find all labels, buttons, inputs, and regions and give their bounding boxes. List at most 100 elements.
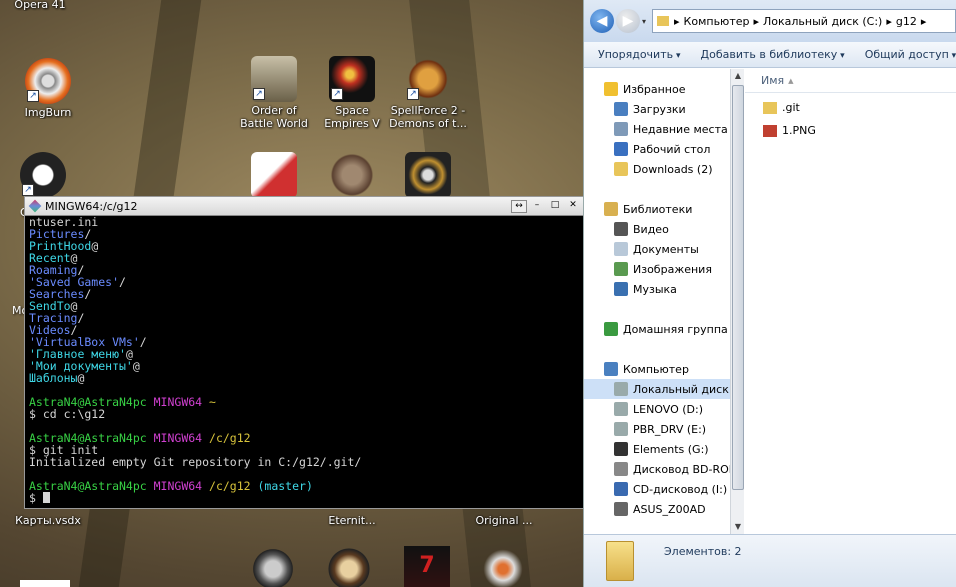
breadcrumb-item[interactable]: Локальный диск (C:) [763, 15, 882, 28]
file-icon[interactable] [20, 580, 70, 587]
breadcrumb-item[interactable]: Компьютер [684, 15, 750, 28]
nav-item[interactable]: CD-дисковод (I:) A [584, 479, 730, 499]
nav-item-label: Недавние места [633, 122, 728, 136]
eternity-shortcut[interactable]: Eternit... [312, 512, 392, 527]
terminal-text: / [119, 275, 126, 289]
shortcut-label: SpellForce 2 - Demons of t... [389, 104, 467, 130]
terminal-line: AstraN4@AstraN4pc MINGW64 /c/g12 [29, 432, 579, 444]
imgburn-icon: ↗ [25, 58, 71, 104]
minimize-button[interactable]: – [529, 200, 545, 213]
music-icon [614, 282, 628, 296]
back-button[interactable]: ◀ [590, 9, 614, 33]
scroll-up-icon[interactable]: ▲ [731, 69, 745, 83]
nav-item[interactable]: Домашняя группа [584, 319, 730, 339]
folder-icon [614, 162, 628, 176]
scroll-thumb[interactable] [732, 85, 744, 490]
origin-shortcut[interactable]: Original ... [464, 512, 544, 527]
spellforce-shortcut[interactable]: ↗ SpellForce 2 - Demons of t... [388, 56, 468, 130]
nav-scrollbar[interactable]: ▲ ▼ [730, 69, 744, 534]
terminal-line: Tracing/ [29, 312, 579, 324]
terminal-title: MINGW64:/c/g12 [45, 199, 138, 213]
explorer-window[interactable]: ◀ ▶ ▾ ▸ Компьютер ▸ Локальный диск (C:) … [583, 0, 956, 587]
breadcrumb-sep: ▸ [753, 14, 760, 28]
breadcrumb-sep: ▸ [920, 14, 927, 28]
space-empires-shortcut[interactable]: ↗ Space Empires V [312, 56, 392, 130]
terminal-line: $ [29, 492, 579, 504]
nav-item-label: CD-дисковод (I:) A [633, 482, 730, 496]
opera-shortcut[interactable]: Opera 41 [0, 0, 80, 11]
nav-item[interactable]: Рабочий стол [584, 139, 730, 159]
forward-button[interactable]: ▶ [616, 9, 640, 33]
computer-icon [604, 362, 618, 376]
close-button[interactable]: ✕ [565, 200, 581, 213]
terminal-text: MINGW64 [153, 431, 210, 445]
7-days-to-die-icon[interactable]: 7 [404, 546, 450, 587]
nav-item[interactable]: PBR_DRV (E:) [584, 419, 730, 439]
nav-item[interactable]: Elements (G:) [584, 439, 730, 459]
cards-shortcut[interactable] [234, 152, 314, 198]
navigation-pane[interactable]: Избранное Загрузки Недавние места Рабочий с… [584, 69, 730, 534]
terminal-text: / [139, 335, 147, 349]
dwarf-shortcut[interactable] [312, 152, 392, 198]
terminal-window[interactable]: MINGW64:/c/g12 ↔ – □ ✕ ntuser.ini Picture… [24, 196, 584, 509]
breadcrumb-sep: ▸ [674, 14, 680, 28]
maximize-button[interactable]: □ [547, 200, 563, 213]
add-to-library-button[interactable]: Добавить в библиотеку [701, 48, 845, 61]
terminal-line: AstraN4@AstraN4pc MINGW64 /c/g12 (master… [29, 480, 579, 492]
imgburn-shortcut[interactable]: ↗ ImgBurn [8, 58, 88, 119]
terminal-line: Initialized empty Git repository in C:/g… [29, 456, 579, 468]
nav-item[interactable]: Библиотеки [584, 199, 730, 219]
nav-item[interactable]: Видео [584, 219, 730, 239]
gear-icon[interactable] [326, 546, 372, 587]
nav-item[interactable]: Изображения [584, 259, 730, 279]
terminal-text: Шаблоны [29, 371, 78, 385]
scroll-down-icon[interactable]: ▼ [731, 520, 745, 534]
shortcut-label: Original ... [475, 514, 533, 527]
nav-item[interactable]: Музыка [584, 279, 730, 299]
nav-item-label: Библиотеки [623, 202, 693, 216]
breadcrumb[interactable]: ▸ Компьютер ▸ Локальный диск (C:) ▸ g12 … [652, 9, 956, 33]
terminal-line: ntuser.ini [29, 216, 579, 228]
terminal-text: MINGW64 [153, 395, 210, 409]
terminal-line: $ cd c:\g12 [29, 408, 579, 420]
obs-shortcut[interactable]: ↗ [3, 152, 83, 198]
nav-item[interactable]: Загрузки [584, 99, 730, 119]
file-list[interactable]: .git 1.PNG [745, 96, 956, 142]
resize-icon[interactable]: ↔ [511, 199, 527, 213]
nav-item[interactable]: Недавние места [584, 119, 730, 139]
nav-item[interactable]: Downloads (2) [584, 159, 730, 179]
nav-item[interactable]: LENOVO (D:) [584, 399, 730, 419]
warhammer-shortcut[interactable] [388, 152, 468, 198]
nav-item-label: Изображения [633, 262, 712, 276]
winged-icon[interactable] [480, 546, 526, 587]
terminal-text: /c/g12 [209, 479, 258, 493]
terminal-titlebar[interactable]: MINGW64:/c/g12 ↔ – □ ✕ [25, 197, 583, 216]
map-vsdx-shortcut[interactable]: Карты.vsdx [8, 512, 88, 527]
terminal-text: @ [132, 359, 140, 373]
file-item[interactable]: .git [745, 96, 956, 119]
nav-item[interactable]: Дисковод BD-ROM [584, 459, 730, 479]
nav-item[interactable]: Избранное [584, 79, 730, 99]
nav-item[interactable]: Локальный диск ( [584, 379, 730, 399]
nav-item[interactable]: ASUS_Z00AD [584, 499, 730, 519]
share-button[interactable]: Общий доступ [865, 48, 956, 61]
nav-item[interactable]: Компьютер [584, 359, 730, 379]
nav-item-label: Дисковод BD-ROM [633, 462, 730, 476]
terminal-line: 'Мои документы'@ [29, 360, 579, 372]
terminal-output[interactable]: ntuser.ini Pictures/PrintHood@ Recent@ Roam… [25, 216, 583, 504]
terminal-text: AstraN4@AstraN4pc [29, 479, 154, 493]
column-header-name[interactable]: Имя ▲ [745, 69, 956, 93]
file-item[interactable]: 1.PNG [745, 119, 956, 142]
shield-icon[interactable] [250, 546, 296, 587]
terminal-line: Recent@ [29, 252, 579, 264]
nav-item-label: Домашняя группа [623, 322, 728, 336]
order-of-battle-shortcut[interactable]: ↗ Order of Battle World War I... [234, 56, 314, 130]
drive-icon [614, 422, 628, 436]
breadcrumb-item[interactable]: g12 [896, 15, 917, 28]
organize-button[interactable]: Упорядочить [598, 48, 681, 61]
documents-icon [614, 242, 628, 256]
nav-item[interactable]: Документы [584, 239, 730, 259]
folder-icon [763, 101, 777, 114]
terminal-text: Initialized empty Git repository in C:/g… [29, 455, 362, 469]
history-dropdown-icon[interactable]: ▾ [642, 17, 646, 26]
